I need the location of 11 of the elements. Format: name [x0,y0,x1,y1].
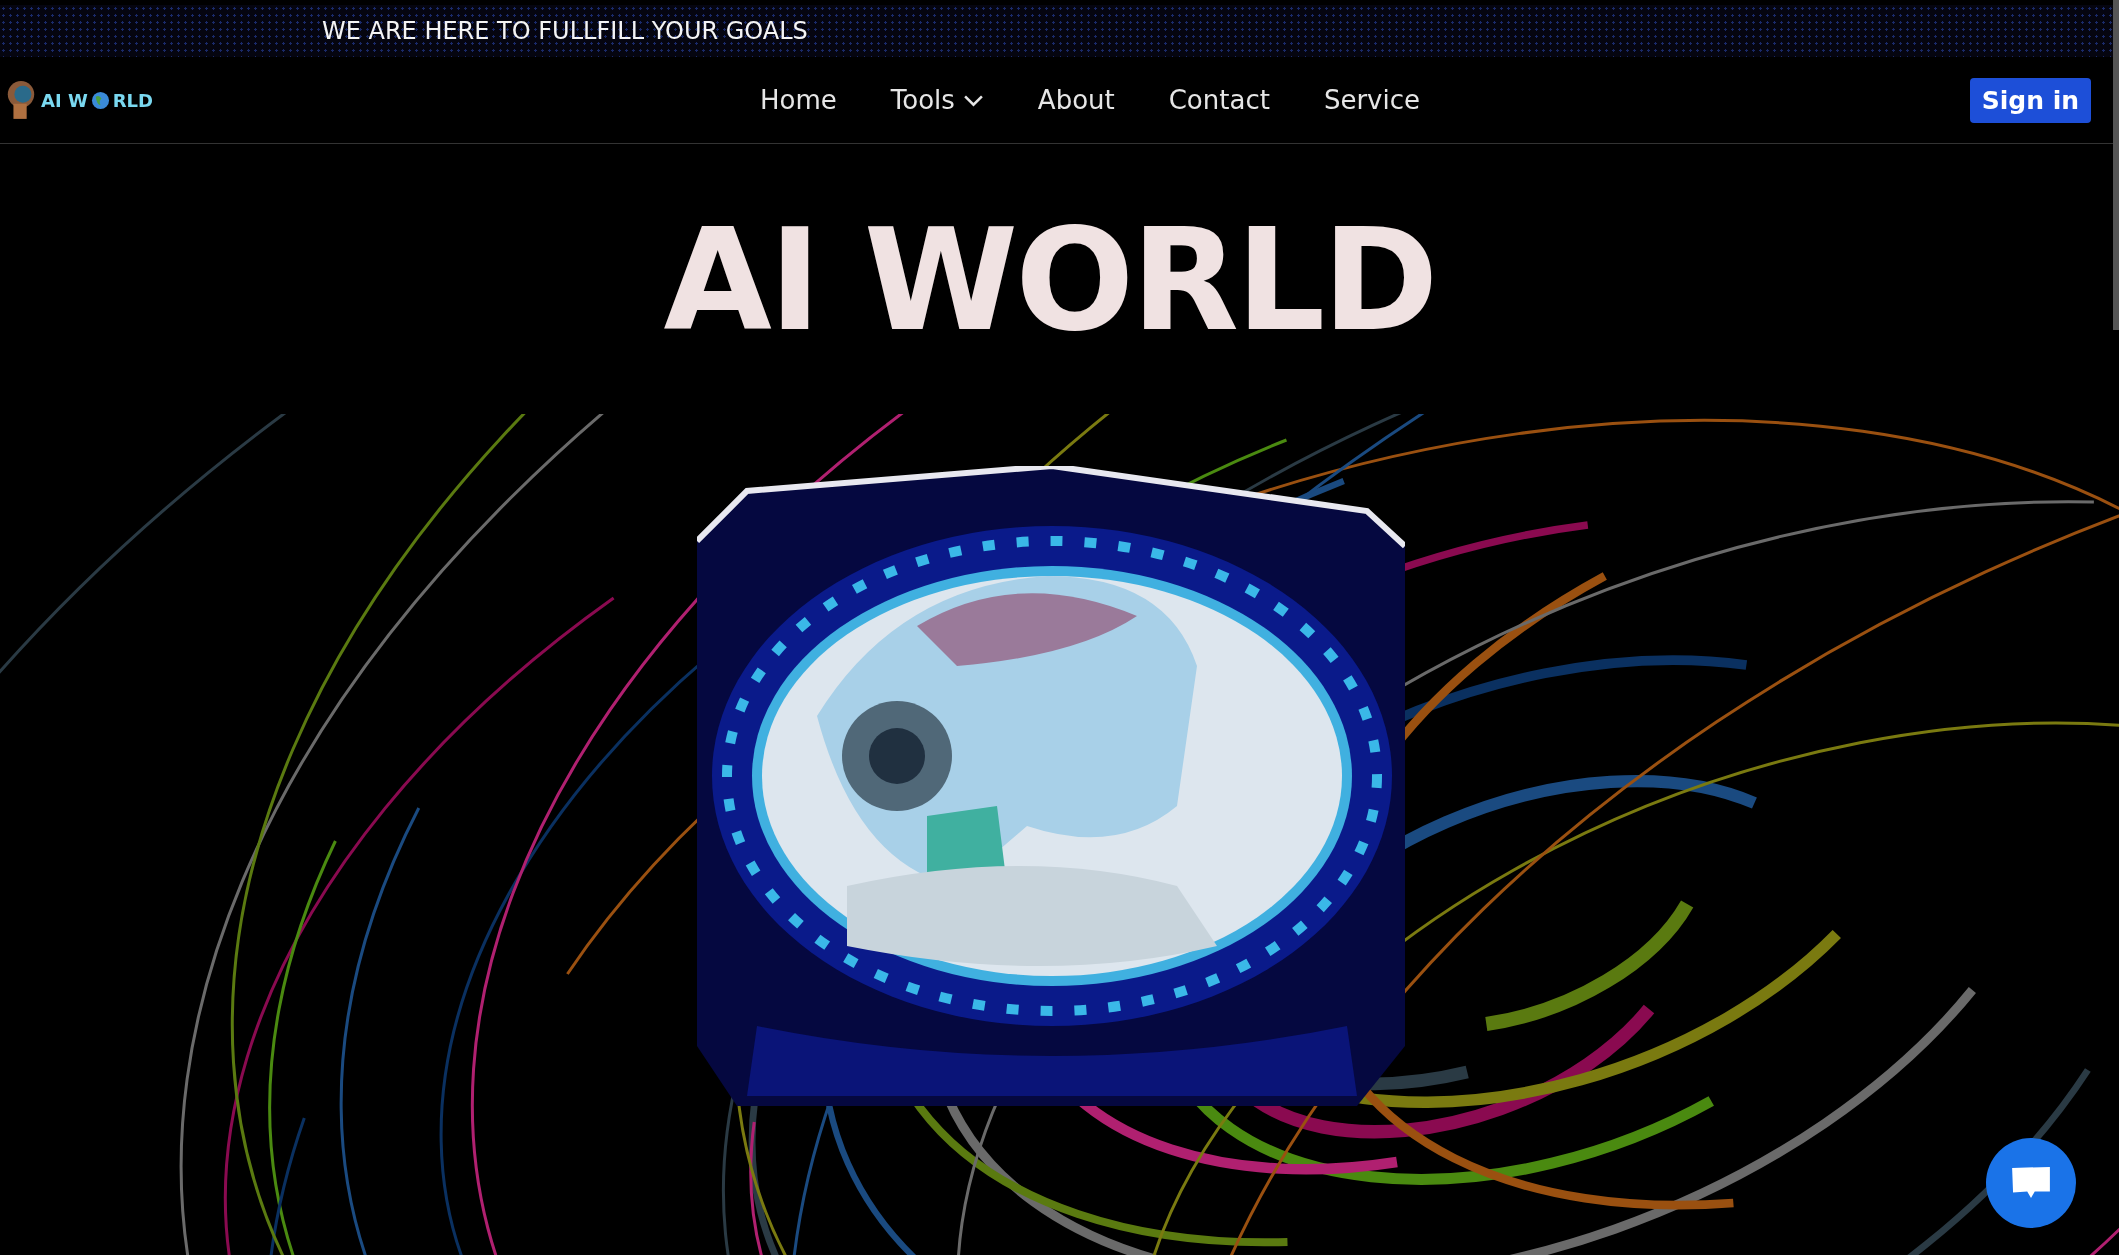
nav-link[interactable]: About [1037,85,1115,115]
sign-in-button[interactable]: Sign in [1969,77,2091,123]
logo[interactable]: AI W RLD [4,79,154,121]
hero-title: AI WORLD [662,211,1437,351]
nav-link[interactable]: Service [1323,85,1420,115]
logo-text: AI W [41,89,88,111]
nav-link[interactable]: Home [760,85,837,115]
banner-text: WE ARE HERE TO FULLFILL YOUR GOALS [322,17,808,45]
nav-link[interactable]: Tools [890,85,984,115]
logo-text: RLD [112,89,154,111]
nav-link[interactable]: Contact [1168,85,1270,115]
